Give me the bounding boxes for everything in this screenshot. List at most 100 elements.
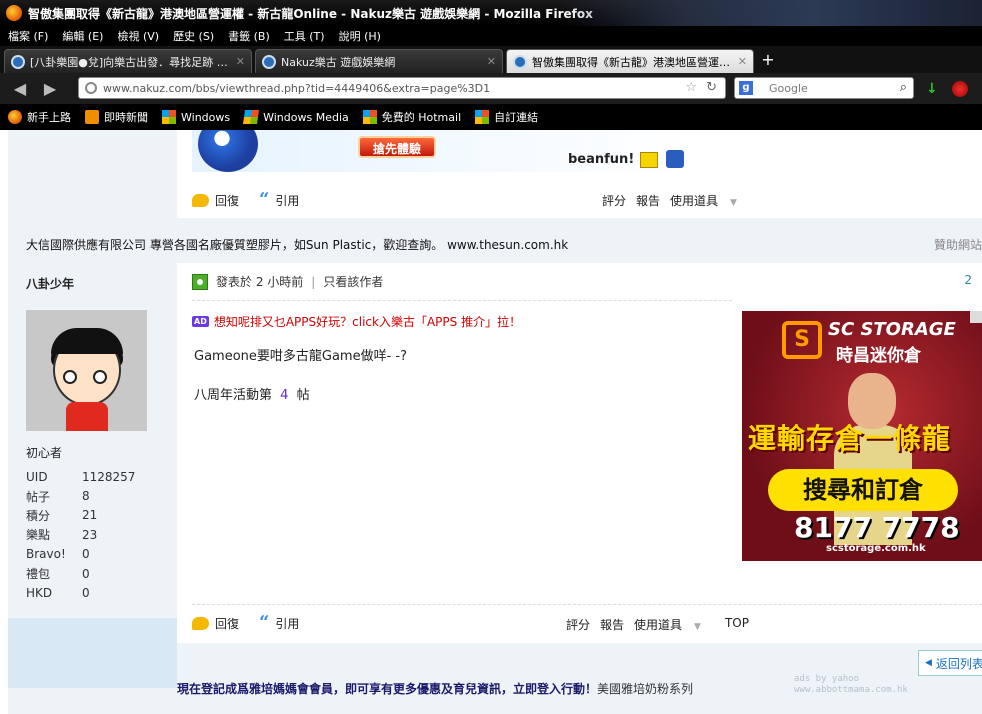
forward-button[interactable]: ▶ [38, 78, 62, 100]
page-content: 搶先體驗 beanfun! 回復 “ 引用 評分 報告 使用道具 ▼ 大信國際供應… [0, 130, 982, 714]
avatar-body [66, 402, 108, 431]
menu-edit[interactable]: 編輯 (E) [62, 28, 103, 44]
stop-icon[interactable] [952, 81, 968, 97]
promo-tail: 美國雅培奶粉系列 [597, 682, 694, 696]
mascot-image [198, 130, 258, 172]
url-text: www.nakuz.com/bbs/viewthread.php?tid=444… [103, 81, 491, 95]
download-icon[interactable]: ↓ [926, 81, 942, 97]
bookmark-item[interactable]: Windows Media [243, 110, 349, 124]
search-icon[interactable]: ⌕ [900, 80, 907, 95]
menu-help[interactable]: 說明 (H) [339, 28, 381, 44]
sc-storage-ad[interactable]: S SC STORAGE 時昌迷你倉 運輸存倉一條龍 搜尋和訂倉 8177 77… [742, 311, 982, 561]
try-now-button[interactable]: 搶先體驗 [358, 136, 436, 158]
minimize-button[interactable]: _ [960, 5, 978, 21]
post-actions-top: 回復 “ 引用 [192, 190, 299, 210]
text-ad-label: 想知呢排又乜APPS好玩？click入樂古「APPS 推介」拉！ [213, 315, 522, 329]
windows-icon [475, 110, 490, 124]
stat-row: Bravo! 0 [26, 545, 135, 564]
ad-badge-icon: AD [192, 316, 209, 327]
menu-bookmarks[interactable]: 書籤 (B) [228, 28, 270, 44]
footer-promo[interactable]: 現在登記成爲雅培媽媽會會員，即可享有更多優惠及育兒資訊，立即登入行動！美國雅培奶… [177, 680, 693, 697]
menu-file[interactable]: 檔案 (F) [8, 28, 48, 44]
ad-slogan: 運輸存倉一條龍 [748, 422, 952, 455]
bookmark-star-icon[interactable]: ☆ [685, 80, 697, 95]
sponsor-label: 贊助網站 [933, 238, 982, 252]
rss-icon [85, 110, 99, 124]
stat-value: 8 [82, 489, 90, 504]
post-message-line: 八周年活動第 4 帖 [194, 384, 310, 403]
stat-value: 1128257 [82, 469, 136, 484]
bookmark-item[interactable]: 免費的 Hotmail [362, 109, 461, 125]
close-tab-icon[interactable]: ✕ [487, 55, 496, 68]
bookmark-item[interactable]: 新手上路 [8, 109, 71, 125]
site-favicon-icon [262, 54, 276, 69]
nexon-logo-icon [666, 150, 684, 168]
tab-nakuz-home[interactable]: Nakuz樂古 遊戲娛樂網 ✕ [255, 49, 503, 73]
google-engine-icon[interactable]: g [739, 81, 753, 95]
stat-key: 帖子 [26, 489, 51, 504]
bookmark-label: 新手上路 [27, 111, 71, 124]
reload-icon[interactable]: ↻ [706, 80, 717, 95]
reply-button[interactable]: 回復 [215, 192, 239, 209]
banner-ad[interactable]: 搶先體驗 beanfun! [192, 130, 692, 172]
site-favicon-icon [11, 54, 25, 69]
author-name[interactable]: 八卦少年 [26, 275, 74, 292]
close-tab-icon[interactable]: ✕ [236, 55, 245, 68]
stat-key: 積分 [26, 508, 51, 523]
new-tab-button[interactable]: + [757, 50, 779, 72]
avatar[interactable] [26, 310, 147, 431]
avatar-fringe [51, 328, 123, 354]
meta-divider [192, 300, 732, 301]
close-tab-icon[interactable]: ✕ [738, 55, 747, 68]
message-text: 帖 [296, 388, 310, 403]
return-to-list-button[interactable]: ◀ 返回列表 [918, 650, 982, 676]
use-tools-menu[interactable]: 使用道具 ▼ [670, 192, 747, 209]
menu-bar: 檔案 (F) 編輯 (E) 檢視 (V) 歷史 (S) 書籤 (B) 工具 (T… [0, 26, 982, 46]
post-floor-number[interactable]: 2 [964, 273, 972, 287]
promo-text: 現在登記成爲雅培媽媽會會員，即可享有更多優惠及育兒資訊，立即登入行動！ [177, 682, 598, 696]
publisher-logo-icon [640, 152, 658, 168]
windows-icon [162, 110, 176, 124]
stat-value: 23 [82, 527, 98, 542]
stat-row: HKD 0 [26, 583, 135, 602]
quote-button[interactable]: 引用 [275, 192, 299, 209]
ad-brand-cn: 時昌迷你倉 [836, 346, 921, 366]
bookmark-item[interactable]: 即時新聞 [85, 109, 148, 125]
window-title: 智傲集團取得《新古龍》港澳地區營運權 - 新古龍Online - Nakuz樂古… [28, 6, 593, 21]
text-ad-link[interactable]: AD 想知呢排又乜APPS好玩？click入樂古「APPS 推介」拉！ [192, 313, 521, 330]
tab-bar: [八卦樂園●兌]向樂古出發．尋找足跡 II - ... ✕ Nakuz樂古 遊戲… [0, 46, 982, 73]
globe-icon [85, 82, 97, 94]
tab-current-thread[interactable]: 智傲集團取得《新古龍》港澳地區營運權 ... ✕ [506, 49, 754, 73]
use-tools-label: 使用道具 [670, 194, 719, 208]
menu-tools[interactable]: 工具 (T) [284, 28, 325, 44]
quote-icon: “ [259, 612, 270, 633]
bookmark-item[interactable]: 自訂連結 [475, 109, 538, 125]
reply-button[interactable]: 回復 [215, 615, 239, 632]
rate-link[interactable]: 評分 [566, 616, 590, 633]
search-placeholder: Google [769, 81, 808, 95]
navigation-bar: ◀ ▶ www.nakuz.com/bbs/viewthread.php?tid… [0, 73, 982, 104]
top-link[interactable]: TOP [725, 616, 749, 633]
windows-media-icon [243, 110, 260, 124]
ad-close-icon[interactable] [970, 311, 982, 323]
left-margin [0, 130, 8, 714]
sponsor-text[interactable]: 大信國際供應有限公司 專營各國名廠優質塑膠片，如Sun Plastic，歡迎查詢… [26, 236, 568, 253]
menu-view[interactable]: 檢視 (V) [117, 28, 159, 44]
report-link[interactable]: 報告 [600, 616, 624, 633]
quote-button[interactable]: 引用 [275, 615, 299, 632]
rate-link[interactable]: 評分 [602, 192, 626, 209]
search-input[interactable]: g Google ⌕ [734, 77, 914, 99]
back-button[interactable]: ◀ [8, 78, 32, 100]
stat-value: 0 [82, 586, 90, 601]
reply-icon [192, 193, 209, 207]
tab-bagua[interactable]: [八卦樂園●兌]向樂古出發．尋找足跡 II - ... ✕ [4, 49, 252, 73]
report-link[interactable]: 報告 [636, 192, 660, 209]
url-bar[interactable]: www.nakuz.com/bbs/viewthread.php?tid=444… [78, 77, 726, 99]
bookmark-label: 即時新聞 [104, 111, 148, 124]
ad-brand: SC STORAGE [828, 319, 956, 340]
only-author-link[interactable]: 只看該作者 [323, 273, 383, 290]
author-rank: 初心者 [26, 446, 63, 460]
menu-history[interactable]: 歷史 (S) [173, 28, 214, 44]
use-tools-menu[interactable]: 使用道具 ▼ [634, 616, 711, 633]
bookmark-item[interactable]: Windows [162, 110, 230, 124]
